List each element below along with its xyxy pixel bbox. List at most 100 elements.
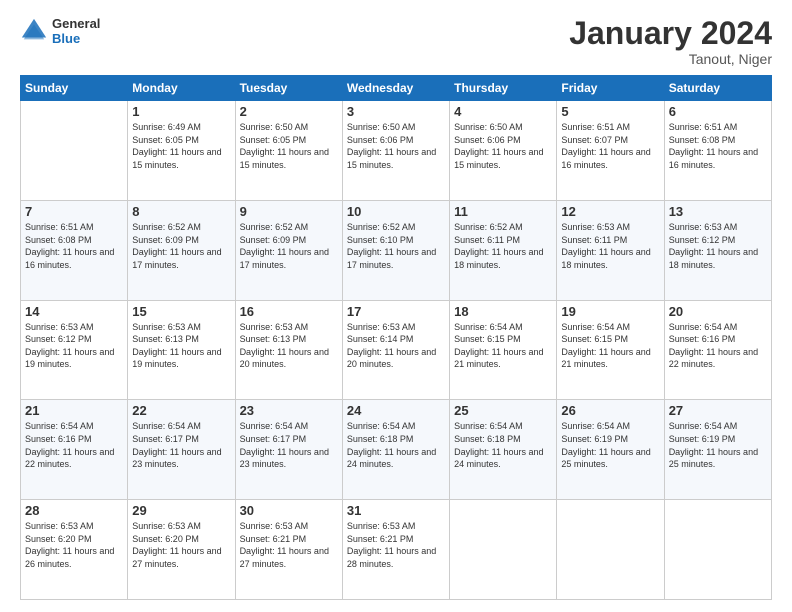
table-row: 4Sunrise: 6:50 AMSunset: 6:06 PMDaylight… xyxy=(450,101,557,201)
table-row: 2 Sunrise: 6:50 AMSunset: 6:05 PMDaylight… xyxy=(235,101,342,201)
day-info: Sunrise: 6:53 AMSunset: 6:11 PMDaylight:… xyxy=(561,221,659,271)
day-info: Sunrise: 6:54 AMSunset: 6:19 PMDaylight:… xyxy=(669,420,767,470)
calendar-table: Sunday Monday Tuesday Wednesday Thursday… xyxy=(20,75,772,600)
day-number: 5 xyxy=(561,104,659,119)
day-info: Sunrise: 6:51 AMSunset: 6:08 PMDaylight:… xyxy=(669,121,767,171)
day-info: Sunrise: 6:53 AMSunset: 6:13 PMDaylight:… xyxy=(240,321,338,371)
table-row: 14 Sunrise: 6:53 AMSunset: 6:12 PMDayligh… xyxy=(21,300,128,400)
table-row: 24 Sunrise: 6:54 AMSunset: 6:18 PMDayligh… xyxy=(342,400,449,500)
day-number: 1 xyxy=(132,104,230,119)
table-row: 17Sunrise: 6:53 AMSunset: 6:14 PMDayligh… xyxy=(342,300,449,400)
day-info: Sunrise: 6:54 AMSunset: 6:18 PMDaylight:… xyxy=(347,420,445,470)
header-saturday: Saturday xyxy=(664,76,771,101)
calendar-week-row: 21 Sunrise: 6:54 AMSunset: 6:16 PMDayligh… xyxy=(21,400,772,500)
table-row: 28 Sunrise: 6:53 AMSunset: 6:20 PMDayligh… xyxy=(21,500,128,600)
day-number: 11 xyxy=(454,204,552,219)
day-number: 26 xyxy=(561,403,659,418)
table-row: 6 Sunrise: 6:51 AMSunset: 6:08 PMDaylight… xyxy=(664,101,771,201)
table-row: 30Sunrise: 6:53 AMSunset: 6:21 PMDayligh… xyxy=(235,500,342,600)
day-info: Sunrise: 6:53 AMSunset: 6:21 PMDaylight:… xyxy=(240,520,338,570)
calendar-week-row: 1 Sunrise: 6:49 AMSunset: 6:05 PMDaylight… xyxy=(21,101,772,201)
header-tuesday: Tuesday xyxy=(235,76,342,101)
day-number: 27 xyxy=(669,403,767,418)
table-row xyxy=(557,500,664,600)
day-number: 3 xyxy=(347,104,445,119)
table-row: 25Sunrise: 6:54 AMSunset: 6:18 PMDayligh… xyxy=(450,400,557,500)
table-row: 27 Sunrise: 6:54 AMSunset: 6:19 PMDayligh… xyxy=(664,400,771,500)
day-number: 29 xyxy=(132,503,230,518)
day-info: Sunrise: 6:50 AMSunset: 6:06 PMDaylight:… xyxy=(454,121,552,171)
calendar-header-row: Sunday Monday Tuesday Wednesday Thursday… xyxy=(21,76,772,101)
table-row: 12 Sunrise: 6:53 AMSunset: 6:11 PMDayligh… xyxy=(557,200,664,300)
day-number: 7 xyxy=(25,204,123,219)
day-info: Sunrise: 6:52 AMSunset: 6:09 PMDaylight:… xyxy=(240,221,338,271)
day-number: 9 xyxy=(240,204,338,219)
day-info: Sunrise: 6:53 AMSunset: 6:20 PMDaylight:… xyxy=(132,520,230,570)
day-number: 31 xyxy=(347,503,445,518)
day-number: 18 xyxy=(454,304,552,319)
day-info: Sunrise: 6:53 AMSunset: 6:14 PMDaylight:… xyxy=(347,321,445,371)
day-info: Sunrise: 6:49 AMSunset: 6:05 PMDaylight:… xyxy=(132,121,230,171)
day-number: 14 xyxy=(25,304,123,319)
title-block: January 2024 Tanout, Niger xyxy=(569,16,772,67)
day-number: 13 xyxy=(669,204,767,219)
header-friday: Friday xyxy=(557,76,664,101)
table-row: 13 Sunrise: 6:53 AMSunset: 6:12 PMDayligh… xyxy=(664,200,771,300)
logo-blue: Blue xyxy=(52,31,100,46)
logo-icon xyxy=(20,17,48,45)
day-number: 2 xyxy=(240,104,338,119)
day-info: Sunrise: 6:53 AMSunset: 6:20 PMDaylight:… xyxy=(25,520,123,570)
day-info: Sunrise: 6:54 AMSunset: 6:18 PMDaylight:… xyxy=(454,420,552,470)
day-info: Sunrise: 6:53 AMSunset: 6:12 PMDaylight:… xyxy=(669,221,767,271)
table-row: 29 Sunrise: 6:53 AMSunset: 6:20 PMDayligh… xyxy=(128,500,235,600)
table-row: 8 Sunrise: 6:52 AMSunset: 6:09 PMDaylight… xyxy=(128,200,235,300)
day-info: Sunrise: 6:54 AMSunset: 6:16 PMDaylight:… xyxy=(25,420,123,470)
table-row: 5 Sunrise: 6:51 AMSunset: 6:07 PMDaylight… xyxy=(557,101,664,201)
day-info: Sunrise: 6:54 AMSunset: 6:17 PMDaylight:… xyxy=(132,420,230,470)
day-info: Sunrise: 6:53 AMSunset: 6:12 PMDaylight:… xyxy=(25,321,123,371)
table-row: 20Sunrise: 6:54 AMSunset: 6:16 PMDayligh… xyxy=(664,300,771,400)
day-info: Sunrise: 6:50 AMSunset: 6:06 PMDaylight:… xyxy=(347,121,445,171)
day-info: Sunrise: 6:54 AMSunset: 6:17 PMDaylight:… xyxy=(240,420,338,470)
table-row: 16 Sunrise: 6:53 AMSunset: 6:13 PMDayligh… xyxy=(235,300,342,400)
day-info: Sunrise: 6:51 AMSunset: 6:07 PMDaylight:… xyxy=(561,121,659,171)
table-row: 23 Sunrise: 6:54 AMSunset: 6:17 PMDayligh… xyxy=(235,400,342,500)
day-number: 21 xyxy=(25,403,123,418)
page: General Blue January 2024 Tanout, Niger … xyxy=(0,0,792,612)
header-sunday: Sunday xyxy=(21,76,128,101)
day-info: Sunrise: 6:50 AMSunset: 6:05 PMDaylight:… xyxy=(240,121,338,171)
day-info: Sunrise: 6:51 AMSunset: 6:08 PMDaylight:… xyxy=(25,221,123,271)
day-number: 22 xyxy=(132,403,230,418)
table-row xyxy=(450,500,557,600)
day-number: 23 xyxy=(240,403,338,418)
day-number: 8 xyxy=(132,204,230,219)
table-row: 31 Sunrise: 6:53 AMSunset: 6:21 PMDayligh… xyxy=(342,500,449,600)
table-row: 18 Sunrise: 6:54 AMSunset: 6:15 PMDayligh… xyxy=(450,300,557,400)
day-number: 19 xyxy=(561,304,659,319)
table-row: 3 Sunrise: 6:50 AMSunset: 6:06 PMDaylight… xyxy=(342,101,449,201)
calendar-subtitle: Tanout, Niger xyxy=(569,51,772,67)
day-number: 28 xyxy=(25,503,123,518)
day-number: 12 xyxy=(561,204,659,219)
logo-text: General Blue xyxy=(52,16,100,46)
day-number: 15 xyxy=(132,304,230,319)
header: General Blue January 2024 Tanout, Niger xyxy=(20,16,772,67)
day-info: Sunrise: 6:52 AMSunset: 6:11 PMDaylight:… xyxy=(454,221,552,271)
day-info: Sunrise: 6:52 AMSunset: 6:09 PMDaylight:… xyxy=(132,221,230,271)
day-number: 6 xyxy=(669,104,767,119)
day-number: 16 xyxy=(240,304,338,319)
table-row: 19Sunrise: 6:54 AMSunset: 6:15 PMDayligh… xyxy=(557,300,664,400)
logo: General Blue xyxy=(20,16,100,46)
calendar-title: January 2024 xyxy=(569,16,772,51)
table-row xyxy=(664,500,771,600)
calendar-week-row: 14 Sunrise: 6:53 AMSunset: 6:12 PMDayligh… xyxy=(21,300,772,400)
header-thursday: Thursday xyxy=(450,76,557,101)
day-info: Sunrise: 6:53 AMSunset: 6:21 PMDaylight:… xyxy=(347,520,445,570)
day-info: Sunrise: 6:54 AMSunset: 6:15 PMDaylight:… xyxy=(454,321,552,371)
table-row: 22 Sunrise: 6:54 AMSunset: 6:17 PMDayligh… xyxy=(128,400,235,500)
day-number: 24 xyxy=(347,403,445,418)
day-number: 20 xyxy=(669,304,767,319)
table-row: 26Sunrise: 6:54 AMSunset: 6:19 PMDayligh… xyxy=(557,400,664,500)
table-row: 15Sunrise: 6:53 AMSunset: 6:13 PMDayligh… xyxy=(128,300,235,400)
table-row: 9 Sunrise: 6:52 AMSunset: 6:09 PMDaylight… xyxy=(235,200,342,300)
